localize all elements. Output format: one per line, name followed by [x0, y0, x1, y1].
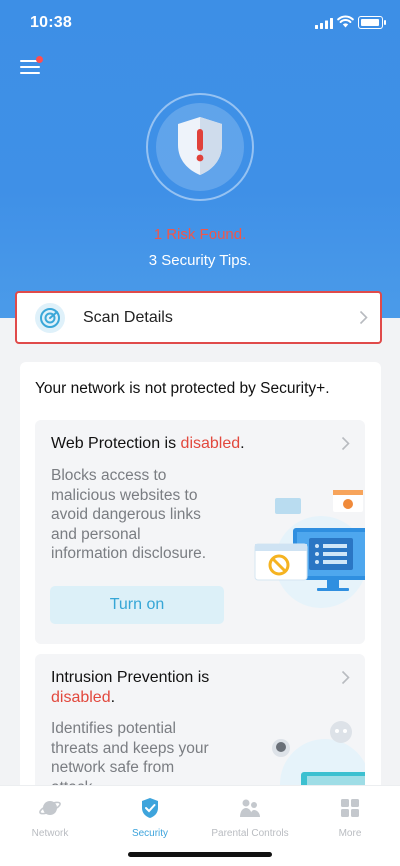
shield-check-icon	[142, 798, 158, 818]
tab-security[interactable]: Security	[100, 796, 200, 839]
web-protection-status: disabled	[180, 435, 241, 452]
home-indicator	[128, 852, 272, 857]
scan-details-button[interactable]: Scan Details	[15, 291, 382, 344]
intrusion-prevention-title: Intrusion Prevention is disabled.	[51, 669, 210, 706]
security-tips-text[interactable]: 3 Security Tips.	[0, 252, 400, 269]
status-bar: 10:38	[0, 0, 400, 46]
chevron-right-icon[interactable]	[341, 670, 350, 685]
turn-on-button[interactable]: Turn on	[50, 586, 224, 624]
status-time: 10:38	[30, 14, 72, 31]
tab-parental-controls[interactable]: Parental Controls	[200, 796, 300, 839]
notification-dot	[36, 56, 43, 63]
tab-more[interactable]: More	[300, 796, 400, 839]
protection-card: Your network is not protected by Securit…	[20, 362, 381, 814]
web-protection-illustration	[254, 490, 365, 608]
risk-count-text: 1 Risk Found.	[153, 226, 247, 243]
web-protection-card[interactable]: Web Protection is disabled. Blocks acces…	[35, 420, 365, 644]
intrusion-prevention-status: disabled	[51, 689, 111, 706]
cellular-signal-icon	[315, 18, 333, 29]
tab-network[interactable]: Network	[0, 796, 100, 839]
battery-icon	[358, 16, 386, 29]
web-protection-title: Web Protection is disabled.	[51, 435, 245, 452]
warning-shield-icon	[178, 117, 222, 175]
wifi-icon	[337, 15, 354, 28]
chevron-right-icon	[359, 310, 368, 325]
menu-button[interactable]	[20, 56, 44, 78]
scan-details-label: Scan Details	[83, 309, 173, 326]
family-icon	[240, 799, 260, 817]
scan-radar-icon	[35, 303, 65, 333]
planet-icon	[39, 801, 61, 815]
web-protection-description: Blocks access to malicious websites to a…	[51, 467, 207, 562]
security-header: 10:38 1 Risk Found. 3 Security Tips.	[0, 0, 400, 318]
chevron-right-icon[interactable]	[341, 436, 350, 451]
not-protected-notice: Your network is not protected by Securit…	[35, 380, 330, 397]
grid-icon	[341, 799, 359, 817]
